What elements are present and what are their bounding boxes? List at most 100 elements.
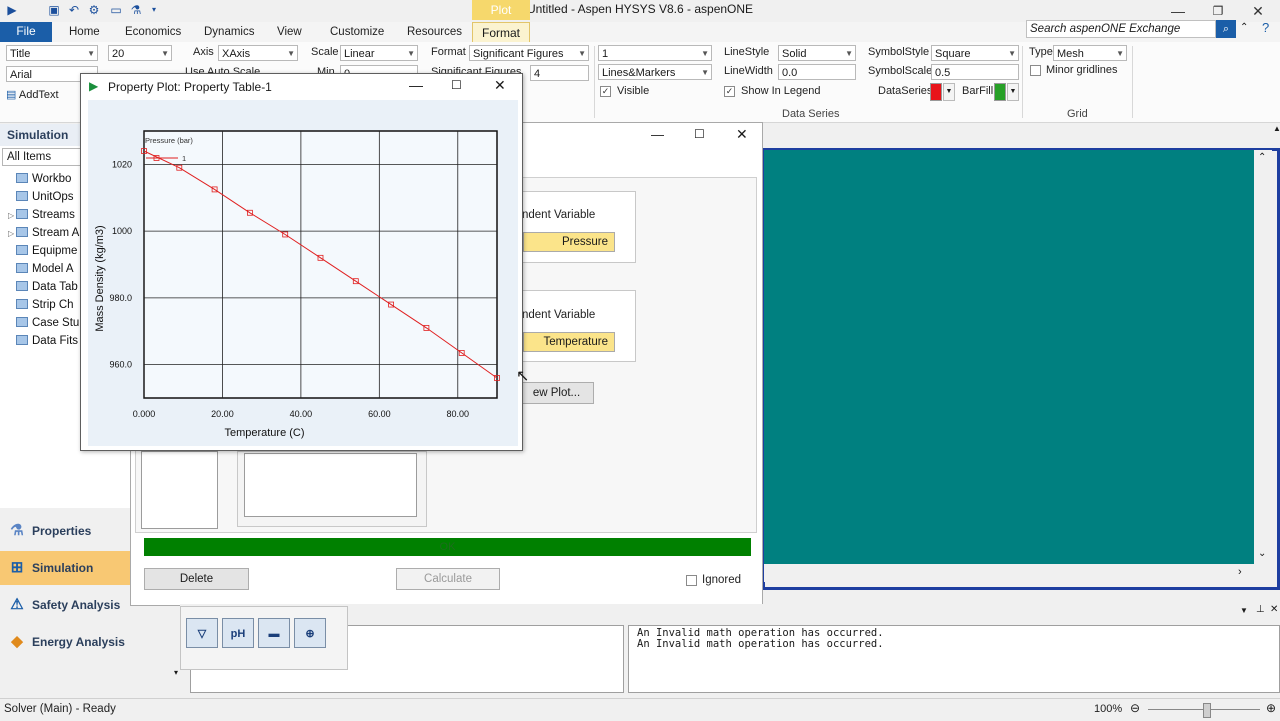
pin-icon[interactable]: ⊥ (1256, 604, 1265, 615)
format-combo[interactable]: Significant Figures ▼ (469, 45, 589, 61)
zoom-out-icon[interactable]: ⊖ (1130, 701, 1140, 715)
dialog-maximize-icon[interactable]: ☐ (694, 127, 705, 141)
tree-item[interactable]: UnitOps (8, 188, 74, 206)
tree-item[interactable]: Data Fits (8, 332, 78, 350)
symbol-scale-field[interactable]: 0.5 (931, 64, 1019, 80)
ignored-checkbox[interactable] (686, 575, 697, 586)
bar-fill-color-swatch[interactable] (994, 83, 1006, 101)
chevron-down-icon[interactable]: ▼ (1007, 83, 1019, 101)
folder-icon (16, 317, 28, 327)
font-size-combo[interactable]: 20 ▼ (108, 45, 172, 61)
tree-item[interactable]: Strip Ch (8, 296, 74, 314)
tree-item[interactable]: Equipme (8, 242, 77, 260)
minor-gridlines-checkbox[interactable] (1030, 65, 1041, 76)
tab-economics[interactable]: Economics (125, 22, 181, 42)
scroll-right-icon[interactable]: › (1238, 566, 1242, 578)
dialog-close-icon[interactable]: ✕ (736, 126, 748, 143)
chevron-down-icon: ▼ (578, 49, 586, 58)
series-index-combo[interactable]: 1 ▼ (598, 45, 712, 61)
separator-icon[interactable]: ▽ (186, 618, 218, 648)
ph-icon[interactable]: pH (222, 618, 254, 648)
dependent-variable-field[interactable]: Pressure (523, 232, 615, 252)
tree-item[interactable]: ▷ Stream A (8, 224, 79, 242)
search-icon[interactable]: ⌕ (1216, 20, 1236, 38)
chevron-down-icon: ▼ (287, 49, 295, 58)
line-width-field[interactable]: 0.0 (778, 64, 856, 80)
flowsheet-canvas[interactable] (764, 150, 1254, 564)
grid-type-combo[interactable]: Mesh ▼ (1053, 45, 1127, 61)
visible-checkbox[interactable]: ✓ (600, 86, 611, 97)
scale-combo[interactable]: Linear ▼ (340, 45, 418, 61)
tab-resources[interactable]: Resources (407, 22, 462, 42)
symbol-style-combo[interactable]: Square ▼ (931, 45, 1019, 61)
help-up-icon[interactable]: ⌃ (1240, 22, 1248, 33)
independent-variable-field[interactable]: Temperature (523, 332, 615, 352)
restore-icon[interactable]: ❐ (1200, 1, 1236, 21)
nav-button-safety-analysis[interactable]: ⚠ Safety Analysis (0, 588, 130, 622)
delete-button[interactable]: Delete (144, 568, 249, 590)
chevron-down-icon[interactable]: ▼ (943, 83, 955, 101)
density-chart[interactable]: 0.000 20.00 40.00 60.00 80.00 960.0 980.0 1000 1… (88, 100, 518, 446)
tank-icon[interactable]: ▬ (258, 618, 290, 648)
legend-title: Pressure (bar) (145, 136, 193, 145)
tree-item[interactable]: ▷ Streams (8, 206, 75, 224)
panel-menu-icon[interactable]: ▼ (1240, 606, 1248, 615)
data-series-label: DataSeries (878, 85, 933, 97)
y-axis-label: Mass Density (kg/m3) (94, 225, 106, 331)
plot-close-icon[interactable]: ✕ (494, 77, 506, 94)
add-text-button[interactable]: ▤ AddText (6, 88, 59, 101)
panel-close-icon[interactable]: ✕ (1270, 604, 1278, 615)
tab-home[interactable]: Home (69, 22, 100, 42)
sig-figs-value: 4 (534, 68, 541, 80)
line-style-combo[interactable]: Solid ▼ (778, 45, 856, 61)
calculate-button[interactable]: Calculate (396, 568, 500, 590)
scroll-up-icon[interactable]: ⌃ (1258, 152, 1266, 163)
symbol-style-label: SymbolStyle (868, 46, 930, 58)
nav-button-properties[interactable]: ⚗ Properties (0, 514, 130, 548)
nav-button-energy-analysis[interactable]: ◆ Energy Analysis (0, 625, 130, 659)
plot-minimize-icon[interactable]: — (409, 77, 423, 93)
search-input[interactable]: Search aspenONE Exchange (1026, 20, 1216, 38)
nav-button-label: Safety Analysis (32, 598, 121, 612)
data-series-color-swatch[interactable] (930, 83, 942, 101)
tab-format[interactable]: Format (472, 22, 530, 42)
axis-combo[interactable]: XAxis ▼ (218, 45, 298, 61)
plot-window-logo-icon: ▶ (89, 79, 99, 93)
series-mode-combo[interactable]: Lines&Markers ▼ (598, 64, 712, 80)
tree-item[interactable]: Case Stu (8, 314, 79, 332)
vertical-scrollbar[interactable]: ⌃ ⌄ (1254, 150, 1272, 564)
collapse-icon[interactable]: ▲ (1273, 124, 1280, 133)
dialog-minimize-icon[interactable]: — (651, 127, 664, 142)
horizontal-scrollbar[interactable]: › (764, 564, 1254, 582)
format-label: Format (431, 46, 466, 58)
tree-item[interactable]: Workbo (8, 170, 71, 188)
nav-button-simulation[interactable]: ⊞ Simulation (0, 551, 130, 585)
close-icon[interactable]: ✕ (1240, 1, 1276, 21)
zoom-slider-thumb[interactable] (1203, 703, 1211, 718)
scroll-down-icon[interactable]: ⌄ (1258, 548, 1266, 559)
tab-customize[interactable]: Customize (330, 22, 384, 42)
text-target-value: Title (10, 48, 31, 60)
nav-button-label: Energy Analysis (32, 635, 125, 649)
plot-maximize-icon[interactable]: ☐ (451, 78, 462, 92)
tree-item[interactable]: Model A (8, 260, 74, 278)
tree-item[interactable]: Data Tab (8, 278, 78, 296)
expand-icon[interactable]: ▷ (8, 207, 16, 225)
zoom-in-icon[interactable]: ⊕ (1266, 701, 1276, 715)
help-icon[interactable]: ? (1262, 20, 1269, 35)
expand-icon[interactable]: ▷ (8, 225, 16, 243)
tab-dynamics[interactable]: Dynamics (204, 22, 254, 42)
sig-figs-field[interactable]: 4 (530, 65, 589, 81)
list-box[interactable] (141, 451, 218, 529)
palette-dropdown-icon[interactable]: ▾ (174, 668, 178, 677)
details-box[interactable] (244, 453, 417, 517)
text-target-combo[interactable]: Title ▼ (6, 45, 98, 61)
tab-file[interactable]: File (0, 22, 52, 42)
exchanger-icon[interactable]: ⊕ (294, 618, 326, 648)
view-plot-button[interactable]: ew Plot... (519, 382, 594, 404)
tab-view[interactable]: View (277, 22, 302, 42)
tree-item-label: Model A (32, 263, 74, 275)
show-in-legend-checkbox[interactable]: ✓ (724, 86, 735, 97)
tree-item-label: Data Tab (32, 281, 78, 293)
minimize-icon[interactable]: — (1160, 1, 1196, 21)
